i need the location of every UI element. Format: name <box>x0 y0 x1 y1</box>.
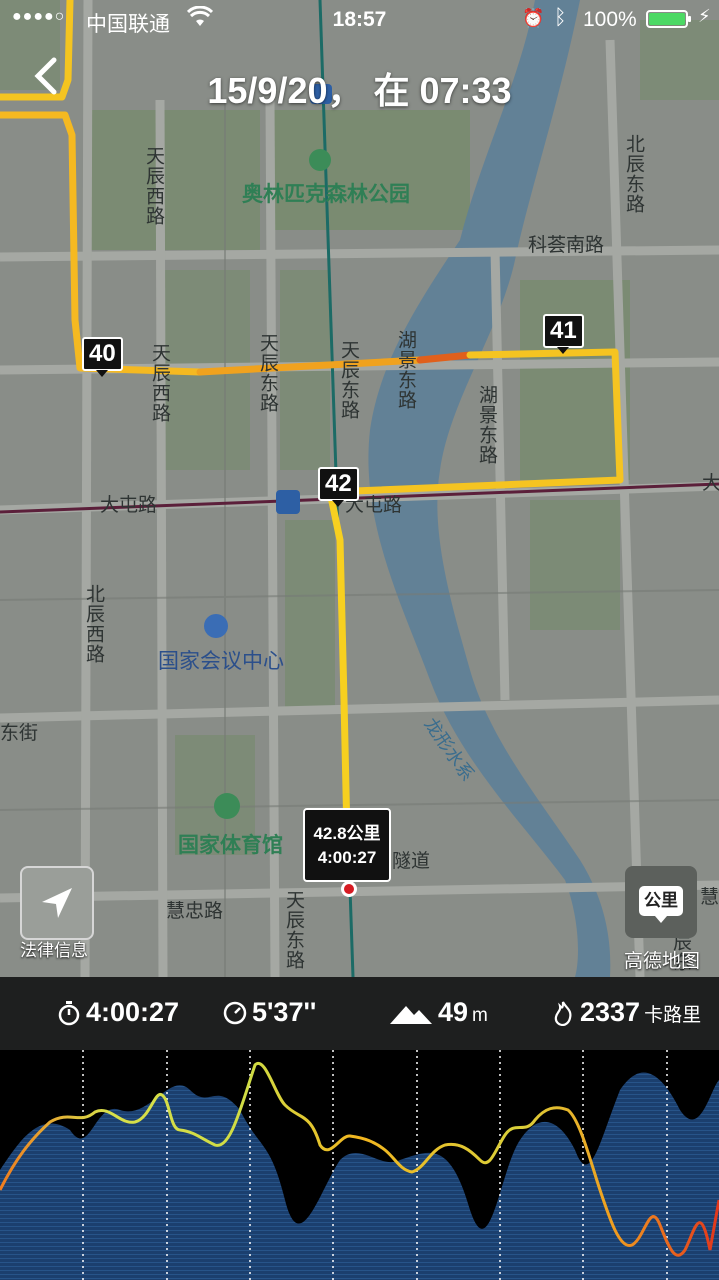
alarm-icon: ⏰ <box>522 8 545 28</box>
metro-station-icon <box>276 490 300 514</box>
elevation-value: 49 <box>438 997 469 1027</box>
route-map[interactable]: 天辰西路 北辰东路 科荟南路 天辰西路 天辰东路 天辰东路 湖景东路 湖景东路 … <box>0 0 719 977</box>
finish-callout[interactable]: 42.8公里 4:00:27 <box>303 808 391 882</box>
road-label: 天辰东路 <box>338 340 359 420</box>
page-title: 15/9/20， 在 07:33 <box>207 70 512 111</box>
battery-percent: 100% <box>583 8 637 31</box>
km-marker-41[interactable]: 41 <box>543 314 584 354</box>
navigation-arrow-icon <box>42 888 72 918</box>
park-icon <box>309 149 331 171</box>
road-label: 大屯路 <box>100 495 158 516</box>
stat-duration: 4:00:27 <box>56 997 179 1028</box>
road-label: 科荟南路 <box>528 235 605 256</box>
finish-pin-icon <box>341 881 357 897</box>
poi-national-indoor-stadium[interactable]: 国家体育馆 <box>178 829 283 859</box>
road-label: 北辰西路 <box>83 584 104 664</box>
map-provider-logo: 高德地图 <box>624 951 701 972</box>
elevation-area <box>0 1072 719 1280</box>
elevation-unit: m <box>472 1005 488 1026</box>
stadium-icon <box>214 793 240 819</box>
road-label: 北辰东路 <box>623 134 644 214</box>
battery-icon <box>646 10 691 28</box>
legal-info-link[interactable]: 法律信息 <box>20 936 88 961</box>
km-marker-40[interactable]: 40 <box>82 337 123 377</box>
locate-button[interactable] <box>20 866 94 940</box>
poi-olympic-forest-park[interactable]: 奥林匹克森林公园 <box>242 178 410 208</box>
stopwatch-icon <box>58 1000 80 1025</box>
bluetooth-icon: ᛒ <box>554 6 567 29</box>
speedometer-icon <box>223 1001 247 1024</box>
road-label: 天辰西路 <box>143 146 164 226</box>
unit-toggle-label: 公里 <box>639 886 683 923</box>
km-marker-42[interactable]: 42 <box>318 467 359 507</box>
pace-elevation-chart[interactable] <box>0 1050 719 1280</box>
calories-unit: 卡路里 <box>644 1005 702 1026</box>
calories-value: 2337 <box>580 997 641 1027</box>
road-label: 天辰东路 <box>283 890 304 970</box>
road-label: 东街 <box>0 723 39 744</box>
stats-bar: 4:00:27 5'37'' 49 m 2337 卡路里 <box>0 977 719 1050</box>
pace-value: 5'37'' <box>252 997 317 1027</box>
stat-calories: 2337 卡路里 <box>550 997 701 1028</box>
road-label: 湖景东路 <box>395 330 416 410</box>
status-bar: ●●●●○ 中国联通 18:57 ⏰ ᛒ 100% ⚡ <box>0 0 719 40</box>
road-label: 湖景东路 <box>476 385 497 465</box>
road-label: 隧道 <box>392 851 431 872</box>
finish-time: 4:00:27 <box>317 848 377 867</box>
mountain-icon <box>390 1005 432 1024</box>
road-label: 慧忠路 <box>166 901 224 922</box>
road-label: 慧 <box>700 887 719 908</box>
road-label: 大 <box>702 473 719 494</box>
stat-elevation: 49 m <box>388 997 488 1028</box>
road-label: 天辰西路 <box>149 343 170 423</box>
road-label: 天辰东路 <box>257 333 278 413</box>
flame-icon <box>554 1000 572 1026</box>
duration-value: 4:00:27 <box>86 997 180 1027</box>
stat-pace: 5'37'' <box>222 997 316 1028</box>
unit-toggle-button[interactable]: 公里 <box>625 866 697 938</box>
convention-center-icon <box>204 614 228 638</box>
poi-national-convention-center[interactable]: 国家会议中心 <box>158 645 284 675</box>
finish-distance: 42.8公里 <box>313 824 381 843</box>
charging-icon: ⚡ <box>698 6 711 26</box>
